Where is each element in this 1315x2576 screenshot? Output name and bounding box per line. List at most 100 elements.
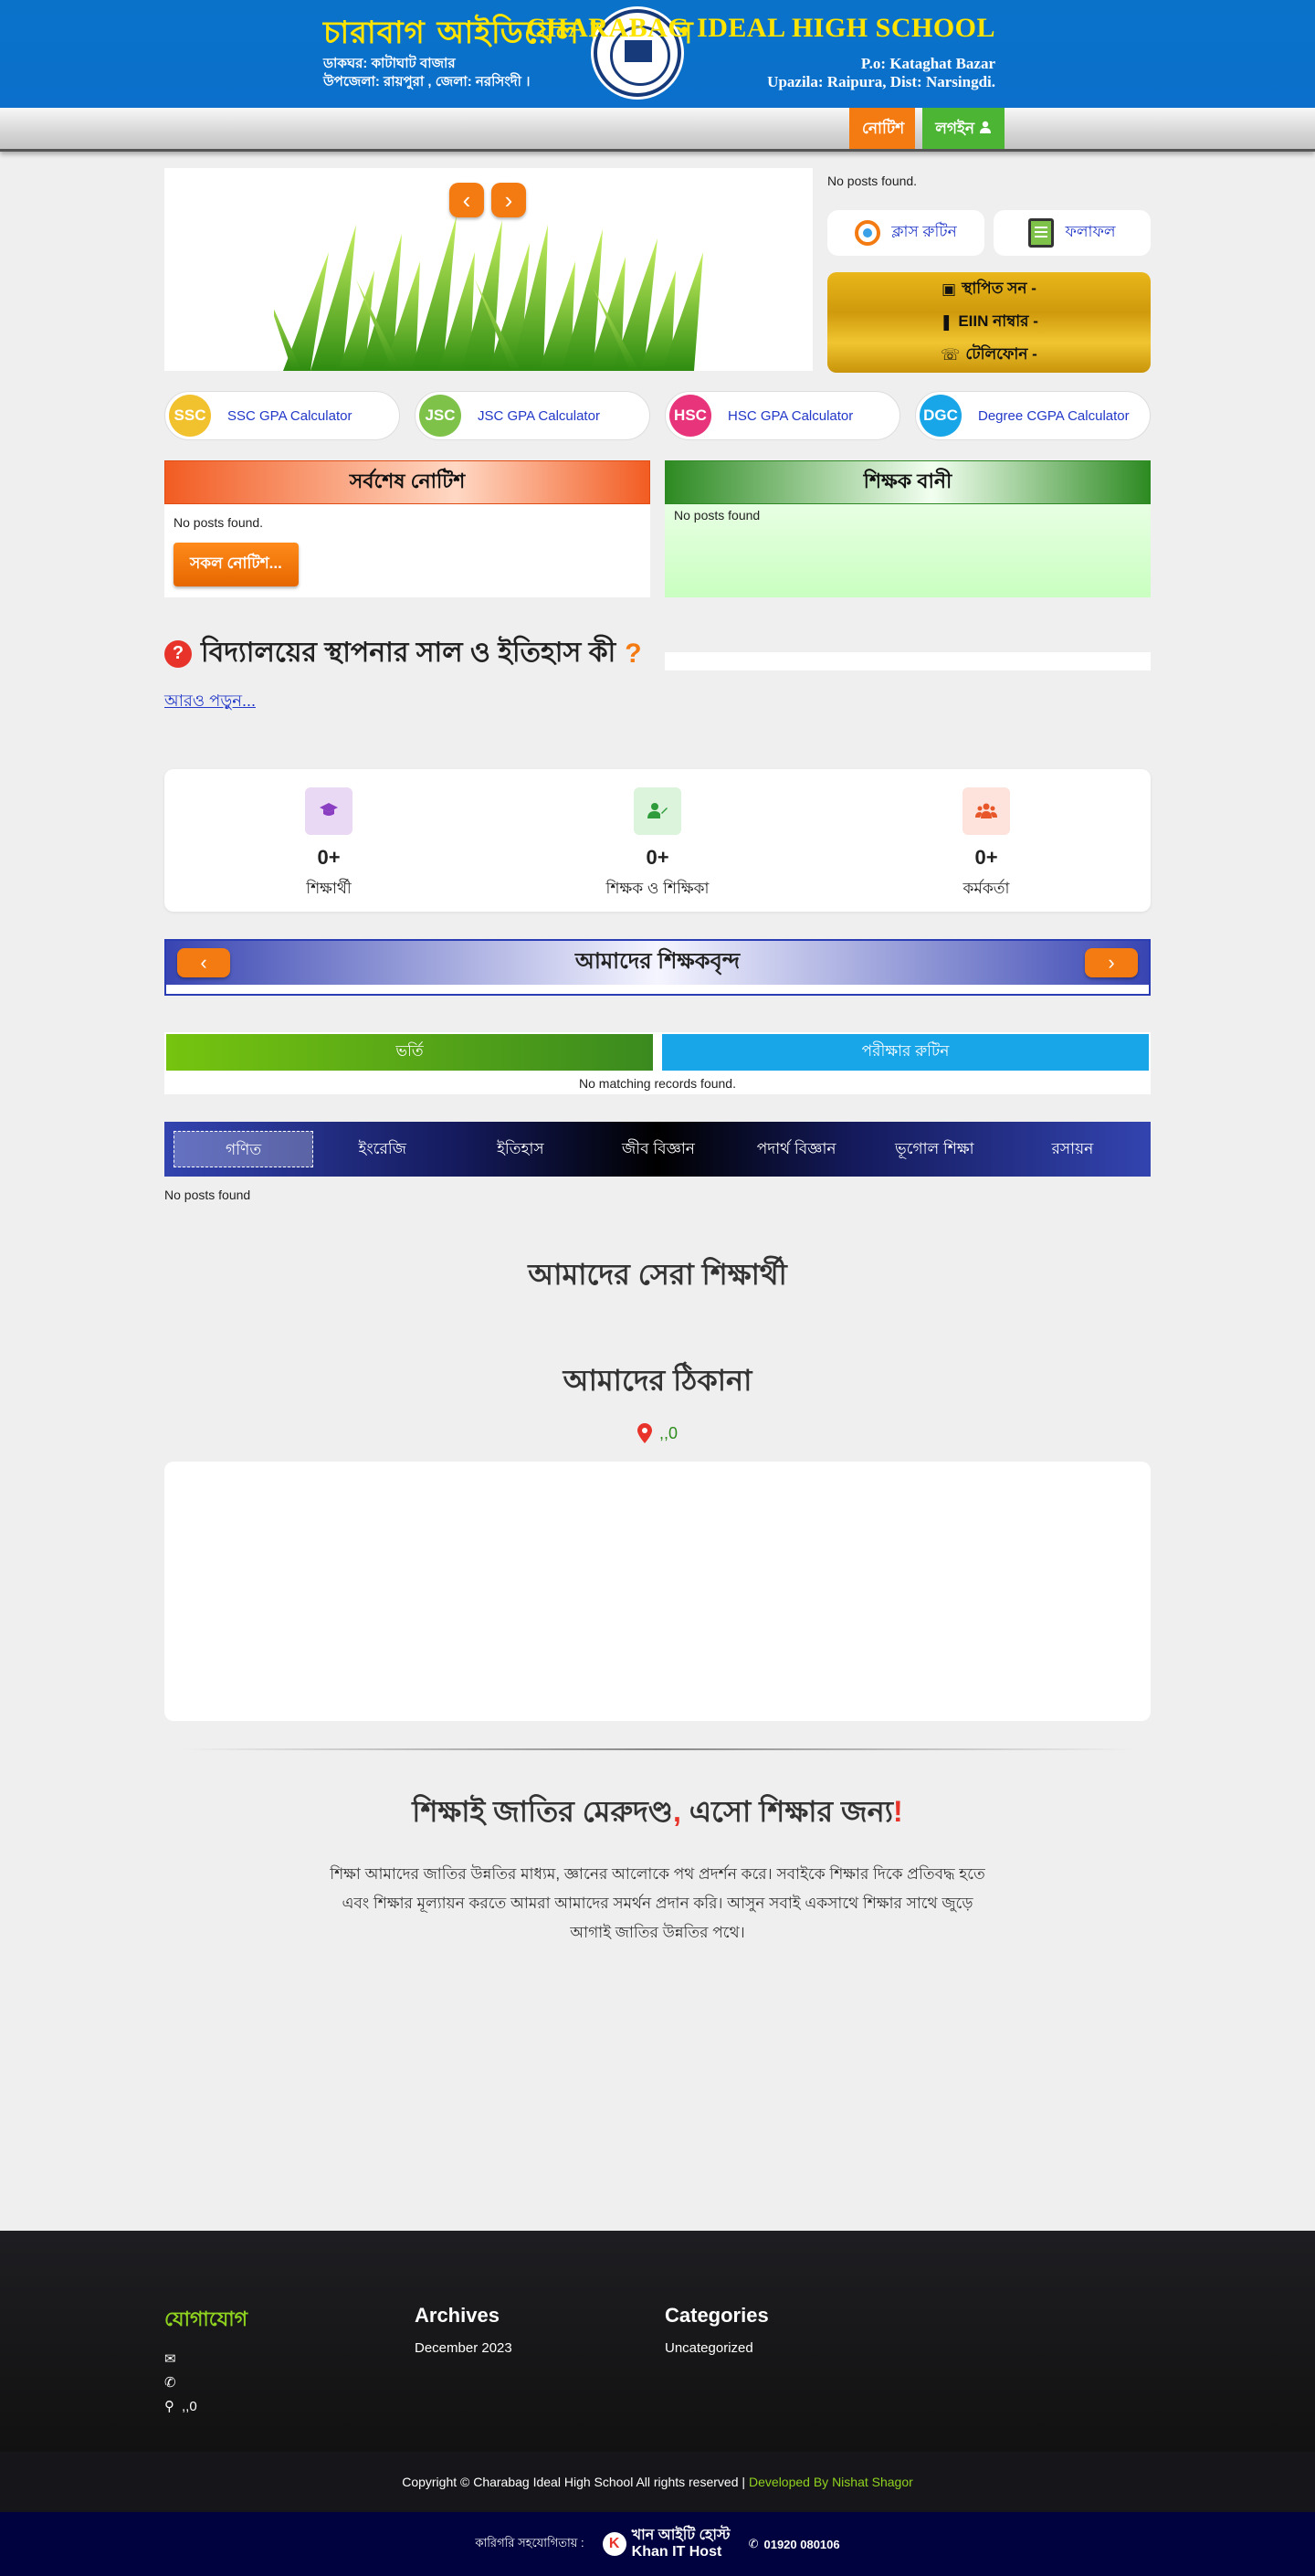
tab-exam-routine[interactable]: পরীক্ষার রুটিন (662, 1034, 1149, 1071)
phone-icon: ✆ (164, 2375, 176, 2391)
teachers-section: ‹ আমাদের শিক্ষকবৃন্দ › (164, 939, 1151, 996)
teacher-message-title: শিক্ষক বানী (665, 460, 1151, 504)
top-navbar: নোটিশ লগইন (0, 108, 1315, 152)
footer-categories-title: Categories (665, 2304, 769, 2327)
teacher-message-empty: No posts found (674, 508, 761, 523)
map-marker-icon: ⚲ (164, 2399, 174, 2414)
subject-tab[interactable]: ইতিহাস (451, 1131, 589, 1167)
class-routine-label: ক্লাস রুটিন (891, 223, 957, 240)
latest-notice-empty: No posts found. (174, 515, 264, 530)
calc-link-jsc[interactable]: JSC JSC GPA Calculator (415, 391, 650, 440)
history-heading: ? বিদ্যালয়ের স্থাপনার সাল ও ইতিহাস কী ? (164, 630, 650, 677)
routine-icon (855, 220, 881, 246)
clipboard-icon (1028, 218, 1055, 248)
developer-link[interactable]: Developed By Nishat Shagor (749, 2475, 913, 2489)
envelope-icon: ✉ (164, 2351, 176, 2367)
side-panel: No posts found. ক্লাস রুটিন ফলাফল ▣ স্থাপ… (827, 168, 1151, 373)
class-routine-link[interactable]: ক্লাস রুটিন (827, 210, 984, 256)
teacher-message-box: শিক্ষক বানী No posts found (665, 460, 1151, 597)
side-no-posts: No posts found. (827, 174, 918, 188)
teacher-icon (634, 787, 681, 835)
archive-link[interactable]: December 2023 (415, 2340, 512, 2356)
calc-link-dgc[interactable]: DGC Degree CGPA Calculator (915, 391, 1151, 440)
slider-next-button[interactable]: › (491, 183, 526, 217)
host-name-bn: খান আইটি হোস্ট (631, 2528, 731, 2543)
best-students-title: আমাদের সেরা শিক্ষার্থী (528, 1258, 787, 1291)
slider-prev-button[interactable]: ‹ (449, 183, 484, 217)
nav-login-button[interactable]: লগইন (922, 108, 1005, 149)
motto-comma: , (672, 1795, 681, 1828)
tech-partner-label: কারিগরি সহযোগিতায় : (475, 2535, 584, 2550)
bottom-bar: কারিগরি সহযোগিতায় : K খান আইটি হোস্ট Kh… (0, 2512, 1315, 2576)
graduate-icon (305, 787, 352, 835)
map-embed[interactable] (164, 1462, 1151, 1721)
image-slider: ‹ › (164, 168, 813, 371)
divider (183, 1748, 1132, 1750)
calc-badge-jsc: JSC (419, 395, 461, 437)
phone-label: টেলিফোন - (965, 345, 1037, 363)
all-notice-button[interactable]: সকল নোটিশ... (174, 543, 299, 586)
teachers-next-button[interactable]: › (1085, 948, 1138, 977)
stat-value: 0+ (974, 846, 998, 869)
footer-address: ,,0 (182, 2398, 197, 2414)
teachers-prev-button[interactable]: ‹ (177, 948, 230, 977)
school-title-en: CHARABAG IDEAL HIGH SCHOOL (526, 13, 995, 43)
calc-label: Degree CGPA Calculator (978, 407, 1130, 424)
calc-label: JSC GPA Calculator (478, 407, 600, 424)
footer-archives-title: Archives (415, 2304, 500, 2327)
copyright-text: Copyright © Charabag Ideal High School A… (402, 2475, 746, 2489)
grass-image (274, 216, 703, 371)
calc-badge-dgc: DGC (920, 395, 962, 437)
calculator-row: SSC SSC GPA Calculator JSC JSC GPA Calculat… (164, 391, 1151, 440)
subject-tab[interactable]: জীব বিজ্ঞান (589, 1131, 727, 1167)
subject-tab[interactable]: ইংরেজি (313, 1131, 451, 1167)
location-pin-icon (636, 1423, 652, 1443)
khan-it-logo[interactable]: K খান আইটি হোস্ট Khan IT Host (602, 2528, 731, 2560)
calc-link-hsc[interactable]: HSC HSC GPA Calculator (665, 391, 900, 440)
history-side-panel (665, 652, 1151, 670)
calc-label: SSC GPA Calculator (227, 407, 352, 424)
latest-notice-box: সর্বশেষ নোটিশ No posts found. সকল নোটিশ.… (164, 460, 650, 597)
motto-heading: শিক্ষাই জাতির মেরুদণ্ড, এসো শিক্ষার জন্য… (164, 1789, 1151, 1838)
question-icon: ? (164, 639, 192, 668)
history-title: বিদ্যালয়ের স্থাপনার সাল ও ইতিহাস কী (201, 638, 616, 668)
subject-tab[interactable]: রসায়ন (1004, 1131, 1141, 1167)
result-link[interactable]: ফলাফল (994, 210, 1151, 256)
established-label: স্থাপিত সন - (962, 280, 1036, 297)
footer: যোগাযোগ ✉ ✆ ⚲ ,,0 Archives December 2023 … (0, 2231, 1315, 2452)
footer-contact-title: যোগাযোগ (164, 2307, 248, 2330)
eiin-label: EIIN নাম্বার - (958, 312, 1038, 330)
read-more-link[interactable]: আরও পড়ুন... (164, 688, 650, 716)
calc-link-ssc[interactable]: SSC SSC GPA Calculator (164, 391, 400, 440)
upazila-en: Upazila: Raipura, Dist: Narsingdi. (767, 73, 995, 90)
tab-admission[interactable]: ভর্তি (166, 1034, 653, 1071)
stat-item: 0+ শিক্ষক ও শিক্ষিকা (493, 769, 822, 912)
stat-label: কর্মকর্তা (963, 880, 1010, 897)
calc-label: HSC GPA Calculator (728, 407, 854, 424)
table-empty-message: No matching records found. (579, 1076, 736, 1091)
calendar-icon: ▣ (942, 280, 957, 298)
category-link[interactable]: Uncategorized (665, 2340, 753, 2356)
subject-tab[interactable]: পদার্থ বিজ্ঞান (728, 1131, 866, 1167)
subject-tab[interactable]: গণিত (174, 1131, 314, 1167)
calc-badge-hsc: HSC (669, 395, 711, 437)
result-label: ফলাফল (1065, 223, 1116, 240)
motto-part2: এসো শিক্ষার জন্য (680, 1795, 894, 1828)
host-phone: 01920 080106 (763, 2537, 840, 2551)
nav-notice-button[interactable]: নোটিশ (849, 108, 915, 149)
host-name-en: Khan IT Host (631, 2544, 722, 2560)
stat-label: শিক্ষক ও শিক্ষিকা (605, 880, 710, 897)
subject-tab[interactable]: ভূগোল শিক্ষা (866, 1131, 1004, 1167)
staff-icon (963, 787, 1010, 835)
teachers-title: আমাদের শিক্ষকবৃন্দ (574, 949, 741, 974)
motto-part1: শিক্ষাই জাতির মেরুদণ্ড (412, 1795, 673, 1828)
history-question-mark: ? (625, 638, 642, 669)
stat-item: 0+ কর্মকর্তা (822, 769, 1151, 912)
latest-notice-title: সর্বশেষ নোটিশ (164, 460, 650, 504)
motto-bang: ! (893, 1795, 903, 1828)
school-info-box: ▣ স্থাপিত সন - ❚ EIIN নাম্বার - ☏ টেলিফোন - (827, 272, 1151, 373)
bookmark-icon: ❚ (940, 313, 953, 331)
stat-value: 0+ (317, 846, 341, 869)
post-office-en: P.o: Kataghat Bazar (860, 55, 995, 72)
header-banner: চারাবাগ আইডিয়েল হাই স্কুল ডাকঘর: কাটাঘা… (0, 0, 1315, 108)
